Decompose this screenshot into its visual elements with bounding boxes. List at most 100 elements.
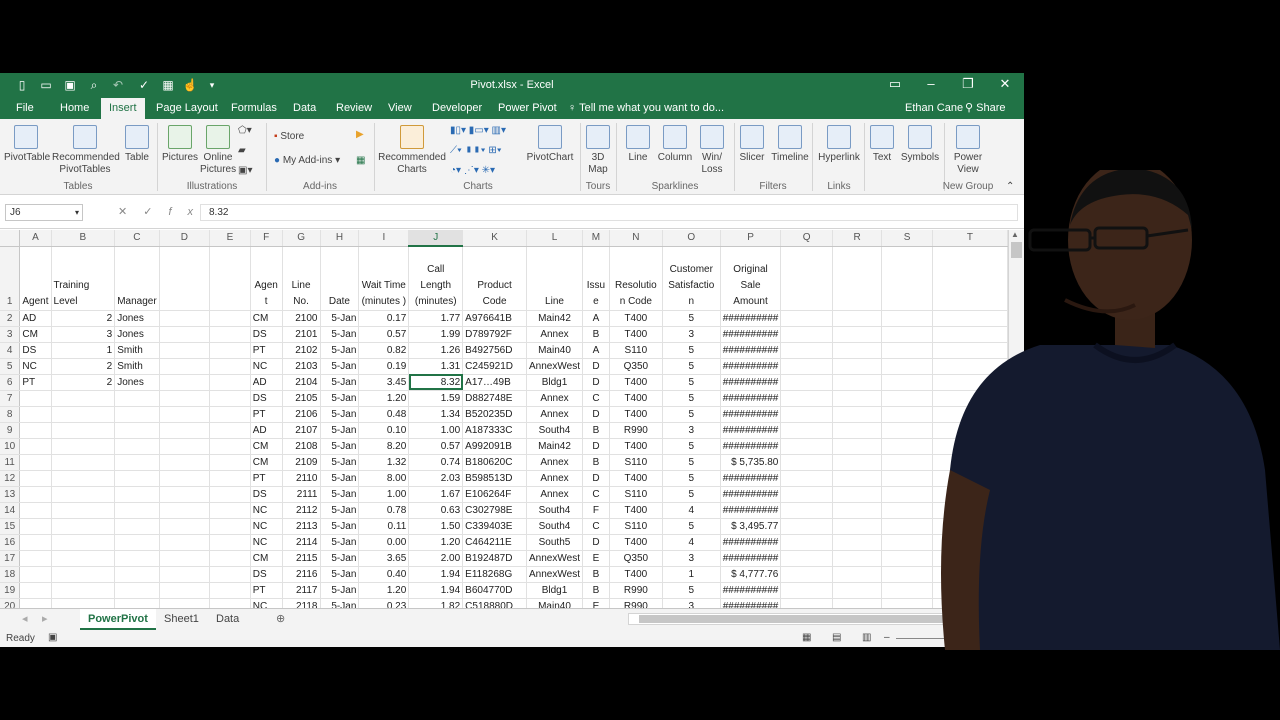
cell-D19[interactable] [159,582,211,599]
cell-B7[interactable] [51,390,116,407]
cell-A7[interactable] [19,390,52,407]
page-layout-view-icon[interactable]: ▤ [832,632,841,643]
select-all-corner[interactable] [0,230,21,247]
cell-L13[interactable]: Annex [526,486,583,503]
cell-H18[interactable]: 5-Jan [320,566,360,583]
cell-I14[interactable]: 0.78 [358,502,410,519]
cell-I9[interactable]: 0.10 [358,422,410,439]
cell-N9[interactable]: R990 [609,422,663,439]
cell-Q12[interactable] [780,470,833,487]
sparkline-column-button[interactable]: Column [656,125,694,164]
cell-P19[interactable]: ########## [720,582,782,599]
row-header-18[interactable]: 18 [0,566,21,583]
cell-N19[interactable]: R990 [609,582,663,599]
cell-Q18[interactable] [780,566,833,583]
cell-F10[interactable]: CM [250,438,283,455]
cell-O11[interactable]: 5 [662,454,721,471]
cell-E5[interactable] [209,358,251,375]
cancel-icon[interactable]: ✕ [118,206,143,218]
cell-J13[interactable]: 1.67 [408,486,464,503]
cell-J17[interactable]: 2.00 [408,550,464,567]
cell-C4[interactable]: Smith [114,342,160,359]
cell-A10[interactable] [19,438,52,455]
cell-C12[interactable] [114,470,160,487]
cell-O3[interactable]: 3 [662,326,721,343]
cell-L20[interactable]: Main40 [526,598,583,608]
cell-P18[interactable]: $ 4,777.76 [720,566,782,583]
cell-O20[interactable]: 3 [662,598,721,608]
cell-G11[interactable]: 2109 [282,454,321,471]
cell-G3[interactable]: 2101 [282,326,321,343]
winloss-button[interactable]: Win/ Loss [698,125,726,176]
cell-N5[interactable]: Q350 [609,358,663,375]
cell-J3[interactable]: 1.99 [408,326,464,343]
pie-chart-icon[interactable]: ◔▾ ⋰▾ ✳▾ [450,165,495,176]
cell-C15[interactable] [114,518,160,535]
cell-P7[interactable]: ########## [720,390,782,407]
cell-R11[interactable] [832,454,883,471]
cell-K6[interactable]: A17…49B [462,374,528,391]
cell-B14[interactable] [51,502,116,519]
cell-B11[interactable] [51,454,116,471]
close-icon[interactable]: ✕ [994,76,1016,94]
cell-D15[interactable] [159,518,211,535]
column-header-K[interactable]: K [462,230,528,247]
pivottable-button[interactable]: PivotTable [4,125,50,164]
cell-C5[interactable]: Smith [114,358,160,375]
cell-K15[interactable]: C339403E [462,518,528,535]
recommended-charts-button[interactable]: Recommended Charts [378,125,446,176]
cell-M6[interactable]: D [582,374,610,391]
cell-Q14[interactable] [780,502,833,519]
cell-K8[interactable]: B520235D [462,406,528,423]
cell-K3[interactable]: D789792F [462,326,528,343]
cell-B15[interactable] [51,518,116,535]
cell-P16[interactable]: ########## [720,534,782,551]
cell-B9[interactable] [51,422,116,439]
cell-L8[interactable]: Annex [526,406,583,423]
cell-Q15[interactable] [780,518,833,535]
cell-L19[interactable]: Bldg1 [526,582,583,599]
my-addins-button[interactable]: ● My Add-ins ▾ [274,155,340,166]
header-cell-Q[interactable] [780,246,833,311]
cell-R5[interactable] [832,358,883,375]
header-cell-E[interactable] [209,246,251,311]
cell-R10[interactable] [832,438,883,455]
cell-L4[interactable]: Main40 [526,342,583,359]
cell-D20[interactable] [159,598,211,608]
cell-Q20[interactable] [780,598,833,608]
cell-M20[interactable]: E [582,598,610,608]
cell-K4[interactable]: B492756D [462,342,528,359]
cell-K16[interactable]: C464211E [462,534,528,551]
column-header-L[interactable]: L [526,230,583,247]
row-header-9[interactable]: 9 [0,422,21,439]
cell-A8[interactable] [19,406,52,423]
cell-R16[interactable] [832,534,883,551]
cell-E16[interactable] [209,534,251,551]
tell-me-search[interactable]: ♀ Tell me what you want to do... [568,98,724,119]
cell-O9[interactable]: 3 [662,422,721,439]
cell-Q8[interactable] [780,406,833,423]
cell-R17[interactable] [832,550,883,567]
cell-L9[interactable]: South4 [526,422,583,439]
cell-M3[interactable]: B [582,326,610,343]
cell-H16[interactable]: 5-Jan [320,534,360,551]
symbols-button[interactable]: Symbols [900,125,940,164]
3d-map-button[interactable]: 3D Map [584,125,612,176]
cell-D3[interactable] [159,326,211,343]
cell-O15[interactable]: 5 [662,518,721,535]
cell-G6[interactable]: 2104 [282,374,321,391]
cell-E3[interactable] [209,326,251,343]
cell-A9[interactable] [19,422,52,439]
cell-C3[interactable]: Jones [114,326,160,343]
cell-Q11[interactable] [780,454,833,471]
header-cell-A[interactable]: Agent [19,246,52,311]
cell-R20[interactable] [832,598,883,608]
cell-H7[interactable]: 5-Jan [320,390,360,407]
cell-K17[interactable]: B192487D [462,550,528,567]
column-header-G[interactable]: G [282,230,321,247]
tab-file[interactable]: File [8,98,42,119]
cell-F19[interactable]: PT [250,582,283,599]
cell-C8[interactable] [114,406,160,423]
sheet-tab-powerpivot[interactable]: PowerPivot [80,609,156,630]
cell-Q16[interactable] [780,534,833,551]
